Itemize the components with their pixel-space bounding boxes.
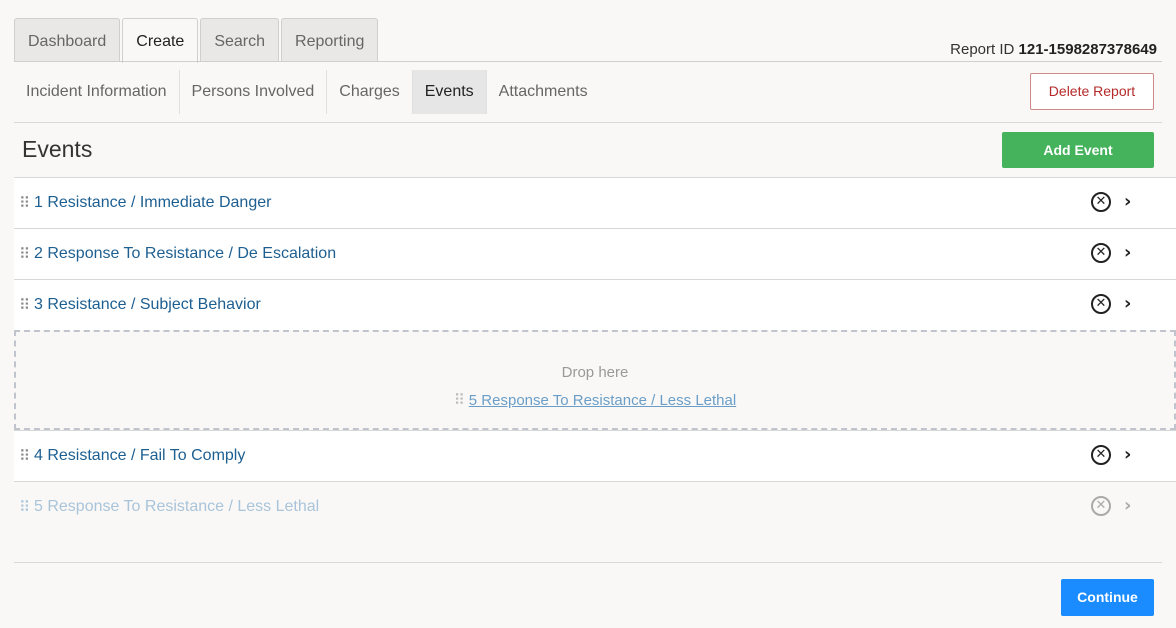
chevron-right-icon[interactable]: › [1124,191,1131,212]
drag-handle-icon: ⠿ [453,391,465,409]
drop-zone-text: Drop here [561,364,629,381]
subtab-attachments[interactable]: Attachments [487,70,600,114]
event-row-1[interactable]: ⠿ 1 Resistance / Immediate Danger ✕ › [14,177,1176,228]
tab-reporting[interactable]: Reporting [281,18,379,62]
event-label[interactable]: 1 Resistance / Immediate Danger [34,194,271,212]
delete-report-button[interactable]: Delete Report [1030,73,1154,110]
footer-divider [14,562,1162,563]
continue-button[interactable]: Continue [1061,579,1154,616]
drop-zone[interactable]: Drop here ⠿ 5 Response To Resistance / Le… [14,330,1176,430]
event-row-4[interactable]: ⠿ 4 Resistance / Fail To Comply ✕ › [14,430,1176,481]
chevron-right-icon[interactable]: › [1124,242,1131,263]
subtab-charges[interactable]: Charges [327,70,413,114]
remove-circle-icon[interactable]: ✕ [1091,496,1111,516]
subtab-persons-involved[interactable]: Persons Involved [180,70,328,114]
subtab-divider [14,122,1162,123]
drag-handle-icon[interactable]: ⠿ [19,447,30,465]
event-row-5-dragging[interactable]: ⠿ 5 Response To Resistance / Less Lethal… [14,481,1176,532]
remove-circle-icon[interactable]: ✕ [1091,445,1111,465]
chevron-right-icon[interactable]: › [1124,293,1131,314]
event-row-2[interactable]: ⠿ 2 Response To Resistance / De Escalati… [14,228,1176,279]
drag-handle-icon[interactable]: ⠿ [19,194,30,212]
event-row-3[interactable]: ⠿ 3 Resistance / Subject Behavior ✕ › [14,279,1176,330]
drag-handle-icon[interactable]: ⠿ [19,245,30,263]
remove-circle-icon[interactable]: ✕ [1091,294,1111,314]
tab-dashboard[interactable]: Dashboard [14,18,121,62]
event-label[interactable]: 5 Response To Resistance / Less Lethal [34,498,319,516]
drag-handle-icon[interactable]: ⠿ [19,296,30,314]
top-tab-bar: Dashboard Create Search Reporting [14,18,380,63]
sub-tab-bar: Incident Information Persons Involved Ch… [14,70,600,114]
report-id-label: Report ID [950,41,1015,58]
remove-circle-icon[interactable]: ✕ [1091,192,1111,212]
report-id: Report ID 121-1598287378649 [950,41,1157,58]
event-label[interactable]: 2 Response To Resistance / De Escalation [34,245,336,263]
drag-handle-icon[interactable]: ⠿ [19,498,30,516]
event-list: ⠿ 1 Resistance / Immediate Danger ✕ › ⠿ … [14,177,1176,532]
add-event-button[interactable]: Add Event [1002,132,1154,168]
page-title: Events [22,136,93,162]
report-id-value: 121-1598287378649 [1018,41,1157,58]
event-label[interactable]: 4 Resistance / Fail To Comply [34,447,245,465]
remove-circle-icon[interactable]: ✕ [1091,243,1111,263]
tab-divider [14,61,1162,62]
tab-search[interactable]: Search [200,18,280,62]
dragged-event-preview: ⠿ 5 Response To Resistance / Less Lethal [16,391,1174,409]
chevron-right-icon[interactable]: › [1124,495,1131,516]
subtab-incident-information[interactable]: Incident Information [14,70,180,114]
tab-create[interactable]: Create [122,18,199,63]
dragged-event-label: 5 Response To Resistance / Less Lethal [468,392,737,409]
subtab-events[interactable]: Events [412,70,487,114]
chevron-right-icon[interactable]: › [1124,444,1131,465]
event-label[interactable]: 3 Resistance / Subject Behavior [34,296,261,314]
